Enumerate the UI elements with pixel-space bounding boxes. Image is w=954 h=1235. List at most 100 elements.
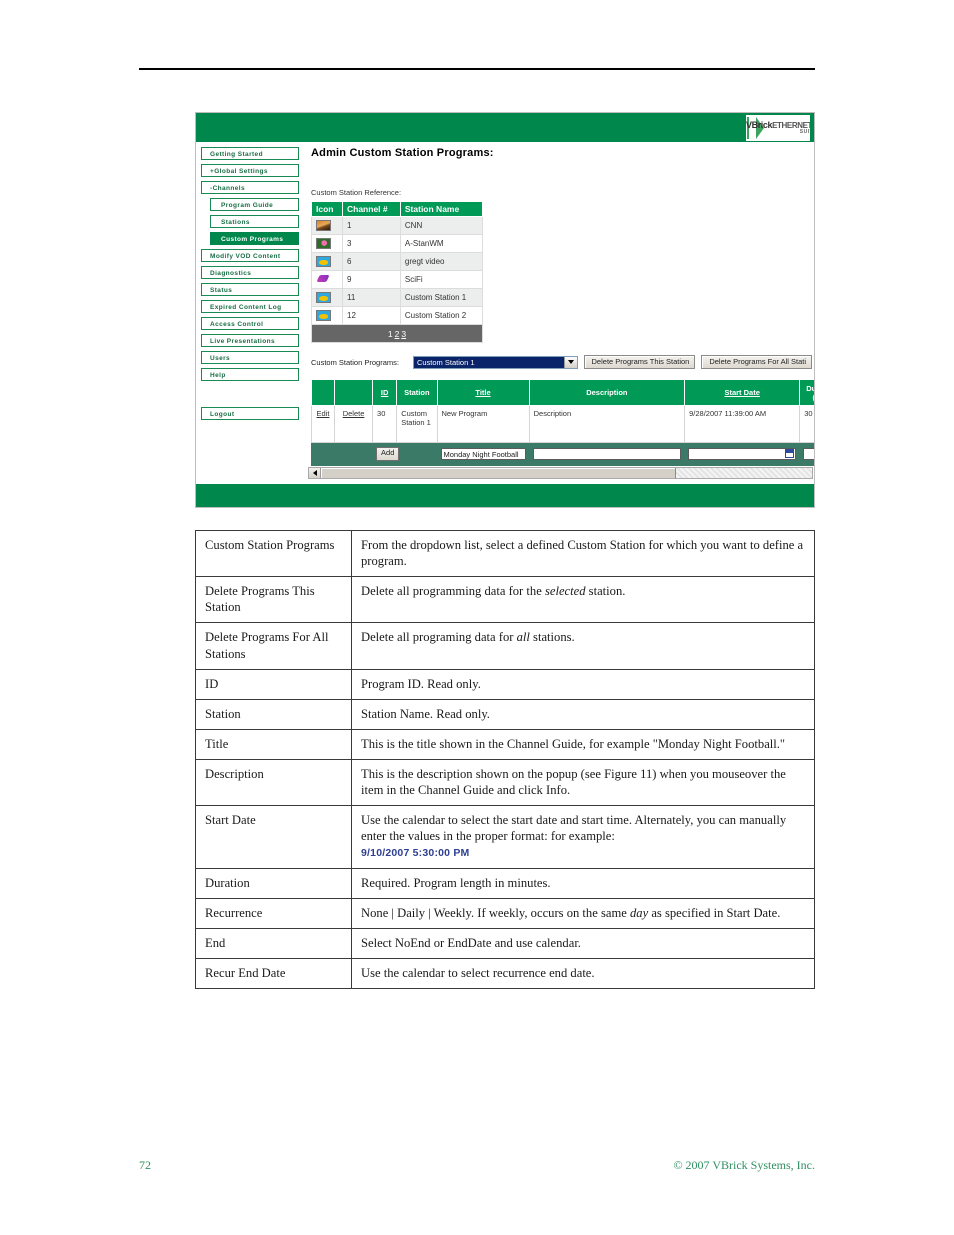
station-name: Custom Station 1 [399,288,484,307]
field-description: Delete all programing data for all stati… [351,622,815,670]
page-number: 72 [139,1158,151,1172]
add-description-cell[interactable] [528,442,686,466]
table-row: Custom Station Programs From the dropdow… [195,529,815,578]
sidebar-item-help[interactable]: Help [201,368,299,381]
add-row-station-cell [396,442,438,466]
sidebar-item-expired-content-log[interactable]: Expired Content Log [201,300,299,313]
station-select-dropdown[interactable]: Custom Station 1 [412,355,578,369]
table-row: Delete Programs This Station Delete all … [195,576,815,624]
column-header-edit [310,379,336,406]
pagination-cell: 123 [311,324,483,343]
sidebar-item-channels[interactable]: -Channels [201,181,299,194]
pagination-link-2[interactable]: 2 [395,329,400,339]
edit-link[interactable]: Edit [317,409,330,418]
station-icon-cell [311,306,343,325]
program-duration: 30 [799,405,814,443]
scrollbar-thumb[interactable] [321,468,676,478]
horizontal-scrollbar[interactable] [308,467,813,479]
column-header-icon: Icon [311,201,343,217]
chevron-down-icon[interactable] [563,356,577,368]
add-program-row: Add Monday Night Football None [310,442,814,466]
application-screenshot-figure: VBrickETHERNETV SUITE Getting Started +G… [195,112,815,508]
logout-button[interactable]: Logout [201,407,299,420]
channel-number: 11 [342,288,401,307]
sidebar-item-status[interactable]: Status [201,283,299,296]
field-description: This is the description shown on the pop… [351,758,815,807]
page-title: Admin Custom Station Programs: [311,147,494,159]
program-title: New Program [436,405,530,443]
edit-link-cell[interactable]: Edit [310,405,336,443]
sidebar-item-diagnostics[interactable]: Diagnostics [201,266,299,279]
program-description: Description [528,405,686,443]
sidebar-item-program-guide[interactable]: Program Guide [210,198,299,211]
logo-brand-text: VBrick [746,120,773,130]
table-row: Start Date Use the calendar to select th… [195,805,815,869]
sidebar-nav: Getting Started +Global Settings -Channe… [201,147,299,424]
table-row: ID Program ID. Read only. [195,668,815,700]
calendar-icon[interactable] [785,449,795,458]
add-start-date-cell[interactable] [684,442,801,466]
delete-link-cell[interactable]: Delete [334,405,374,443]
scroll-left-arrow-icon[interactable] [309,468,321,478]
station-thumbnail-icon [316,292,331,303]
field-description: Program ID. Read only. [351,668,815,700]
field-description: This is the title shown in the Channel G… [351,728,815,760]
scrollbar-track[interactable] [321,468,812,478]
table-row: 1 CNN [311,216,484,235]
start-date-input[interactable] [688,448,797,460]
sidebar-item-modify-vod-content[interactable]: Modify VOD Content [201,249,299,262]
add-duration-cell[interactable] [799,442,814,466]
station-thumbnail-icon [316,274,331,285]
delete-programs-this-station-button[interactable]: Delete Programs This Station [583,355,696,369]
field-description: None | Daily | Weekly. If weekly, occurs… [351,897,815,930]
channel-number: 1 [342,216,401,235]
add-button-cell[interactable]: Add [372,442,400,466]
field-description: From the dropdown list, select a defined… [351,529,815,578]
table-row: Duration Required. Program length in min… [195,867,815,899]
reference-table-label: Custom Station Reference: [311,188,402,197]
station-icon-cell [311,252,343,271]
delete-link[interactable]: Delete [343,409,365,418]
sidebar-item-live-presentations[interactable]: Live Presentations [201,334,299,347]
table-row: Recur End Date Use the calendar to selec… [195,958,815,990]
table-row: Recurrence None | Daily | Weekly. If wee… [195,897,815,930]
sidebar-item-stations[interactable]: Stations [210,215,299,228]
station-name: CNN [399,216,484,235]
table-row: Delete Programs For All Stations Delete … [195,622,815,670]
sidebar-item-getting-started[interactable]: Getting Started [201,147,299,160]
field-term: Start Date [195,805,352,869]
station-icon-cell [311,234,343,253]
title-input[interactable]: Monday Night Football [440,448,526,460]
sidebar-item-custom-programs[interactable]: Custom Programs [210,232,299,245]
column-header-delete [334,379,374,406]
sidebar-item-users[interactable]: Users [201,351,299,364]
delete-programs-all-stations-button[interactable]: Delete Programs For All Stati [701,355,812,369]
field-description: Select NoEnd or EndDate and use calendar… [351,928,815,960]
column-header-duration: Duration(min) [799,379,814,406]
sidebar-item-global-settings[interactable]: +Global Settings [201,164,299,177]
program-station: Custom Station 1 [396,405,438,443]
add-title-cell[interactable]: Monday Night Football [436,442,530,466]
station-name: A-StanWM [399,234,484,253]
column-header-description: Description [528,379,686,406]
table-row: Station Station Name. Read only. [195,698,815,730]
field-term: Delete Programs This Station [195,576,352,624]
add-button[interactable]: Add [376,447,400,461]
description-input[interactable] [532,448,682,460]
table-row: 6 gregt video [311,252,484,271]
sidebar-item-access-control[interactable]: Access Control [201,317,299,330]
pagination-link-3[interactable]: 3 [401,329,406,339]
start-date-input-wrap[interactable] [688,448,797,460]
add-row-spacer-1 [310,442,336,466]
field-term: ID [195,668,352,700]
app-header-bar: VBrickETHERNETV SUITE [196,113,814,142]
table-row: 3 A-StanWM [311,234,484,253]
duration-input[interactable] [803,448,814,460]
station-name: SciFi [399,270,484,289]
station-thumbnail-icon [316,238,331,249]
table-row: Title This is the title shown in the Cha… [195,728,815,760]
main-panel: Admin Custom Station Programs: Custom St… [310,147,814,466]
channel-number: 9 [342,270,401,289]
field-description: Required. Program length in minutes. [351,867,815,899]
